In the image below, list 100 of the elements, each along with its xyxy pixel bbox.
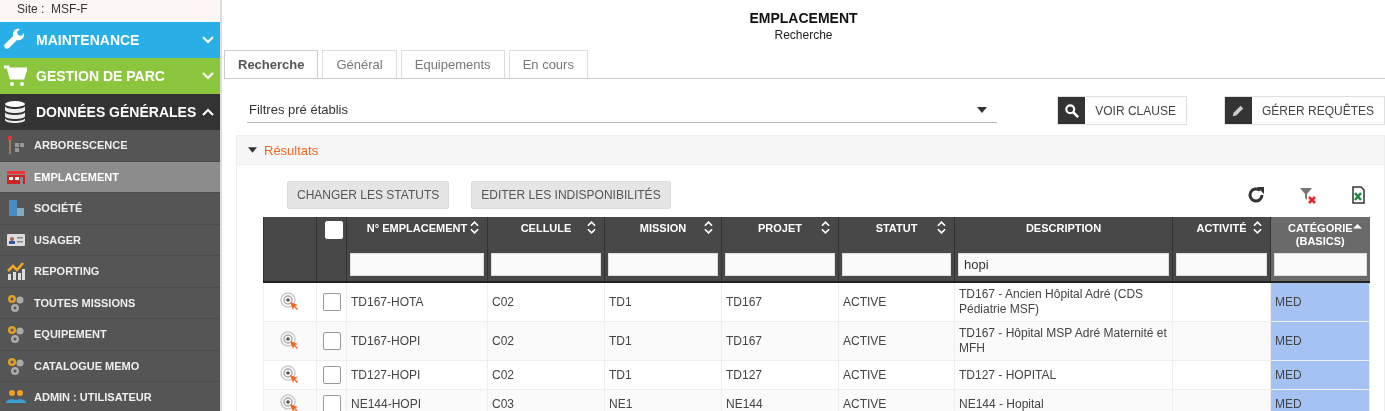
caret-icon: [977, 106, 988, 113]
sidebar-item-label: ADMIN : UTILISATEUR: [34, 391, 152, 404]
table-cell: MED: [1270, 282, 1370, 322]
sidebar-item[interactable]: SOCIÉTÉ: [0, 193, 220, 225]
filter-input[interactable]: [725, 253, 835, 276]
table-cell: TD127 - HOPITAL: [954, 360, 1173, 390]
column-header[interactable]: PROJET: [721, 217, 839, 253]
sidebar-item-label: USAGER: [34, 233, 82, 246]
table-cell: TD167 - Ancien Hôpital Adré (CDS Pédiatrie MSF): [954, 282, 1173, 322]
chevron-down-icon: [202, 36, 214, 44]
target-cursor-icon[interactable]: [280, 331, 300, 351]
table-cell: TD1: [604, 360, 722, 390]
row-checkbox[interactable]: [322, 332, 341, 350]
filter-input[interactable]: [1176, 253, 1267, 276]
tab[interactable]: Général: [322, 50, 397, 78]
sidebar-item-label: EMPLACEMENT: [34, 170, 119, 183]
sidebar-item-label: TOUTES MISSIONS: [34, 296, 136, 309]
sort-icon: [1253, 221, 1262, 234]
database-icon: [3, 100, 27, 124]
table-cell: C02: [487, 360, 605, 390]
sidebar-item-label: SOCIÉTÉ: [34, 202, 83, 215]
filter-input[interactable]: [350, 253, 484, 276]
sidebar-item-label: ARBORESCENCE: [34, 139, 128, 152]
sidebar-item[interactable]: CATALOGUE MEMO: [0, 350, 220, 382]
row-checkbox[interactable]: [322, 366, 341, 384]
chart-icon: [5, 261, 27, 282]
sidebar-item-label: REPORTING: [34, 265, 100, 278]
sort-icon: [470, 221, 479, 234]
column-header[interactable]: CELLULE: [487, 217, 605, 253]
sidebar-item[interactable]: ARBORESCENCE: [0, 130, 220, 162]
pencil-icon: [1231, 103, 1246, 118]
sidebar-item[interactable]: ADMIN : UTILISATEUR: [0, 382, 220, 411]
column-header[interactable]: ACTIVITÉ: [1172, 217, 1271, 253]
table-cell: TD167-HOPI: [346, 321, 488, 361]
table-cell: TD167: [721, 282, 839, 322]
tab[interactable]: En cours: [508, 50, 588, 78]
target-cursor-icon[interactable]: [280, 394, 300, 411]
sidebar-item[interactable]: EQUIPEMENT: [0, 319, 220, 351]
column-header[interactable]: N° EMPLACEMENT: [346, 217, 488, 253]
filter-input[interactable]: [491, 253, 601, 276]
column-header[interactable]: DESCRIPTION: [954, 217, 1173, 253]
column-header[interactable]: CATÉGORIE (BASICS): [1270, 217, 1370, 253]
select-all-checkbox[interactable]: [325, 221, 343, 239]
column-header[interactable]: STATUT: [838, 217, 955, 253]
hierarchy-icon: [5, 135, 27, 156]
tab[interactable]: Recherche: [224, 50, 319, 78]
filter-input[interactable]: [1274, 253, 1367, 276]
table-cell: MED: [1270, 360, 1370, 390]
table-cell: NE144 - Hopital: [954, 389, 1173, 411]
site-label: Site : MSF-F: [0, 0, 220, 22]
sort-icon: [704, 221, 713, 234]
page-subtitle: Recherche: [773, 28, 834, 42]
sort-icon: [587, 221, 596, 234]
action-button[interactable]: CHANGER LES STATUTS: [287, 181, 450, 209]
sidebar-item-label: EQUIPEMENT: [34, 328, 107, 341]
sidebar-item-label: CATALOGUE MEMO: [34, 359, 140, 372]
filter-input[interactable]: hopi: [958, 253, 1169, 276]
target-cursor-icon[interactable]: [280, 365, 300, 385]
chevron-down-icon: [202, 72, 214, 80]
sidebar-item[interactable]: EMPLACEMENT: [0, 161, 220, 193]
filter-input[interactable]: [608, 253, 718, 276]
section-label: MAINTENANCE: [36, 32, 141, 48]
caret-down-icon[interactable]: [248, 147, 257, 153]
table-cell: MED: [1270, 321, 1370, 361]
query-button[interactable]: VOIR CLAUSE: [1057, 96, 1187, 125]
wrench-icon: [3, 28, 27, 52]
query-button[interactable]: GÉRER REQUÊTES: [1223, 96, 1385, 125]
table-cell: C02: [487, 282, 605, 322]
table-cell: TD1: [604, 321, 722, 361]
cart-icon: [3, 64, 27, 88]
chevron-up-icon: [202, 108, 214, 116]
table-cell: ACTIVE: [838, 321, 955, 361]
table-cell: ACTIVE: [838, 282, 955, 322]
row-checkbox[interactable]: [322, 293, 341, 311]
filter-input[interactable]: [842, 253, 951, 276]
table-cell: TD167-HOTA: [346, 282, 488, 322]
refresh-icon[interactable]: [1246, 185, 1266, 205]
sidebar-item[interactable]: TOUTES MISSIONS: [0, 287, 220, 319]
table-cell: TD127: [721, 360, 839, 390]
table-cell: TD1: [604, 282, 722, 322]
action-button[interactable]: EDITER LES INDISPONIBILITÉS: [471, 181, 671, 209]
sort-icon: [937, 221, 946, 234]
table-cell: ACTIVE: [838, 360, 955, 390]
sidebar-item[interactable]: REPORTING: [0, 256, 220, 288]
column-header[interactable]: MISSION: [604, 217, 722, 253]
section-label: DONNÉES GÉNÉRALES: [36, 104, 198, 120]
sort-icon: [821, 221, 830, 234]
table-cell: TD127-HOPI: [346, 360, 488, 390]
section-label: GESTION DE PARC: [36, 68, 166, 84]
sidebar-item[interactable]: USAGER: [0, 224, 220, 256]
search-icon: [1064, 103, 1079, 118]
filter-dropdown[interactable]: Filtres pré établis: [247, 98, 998, 123]
table-cell: C02: [487, 321, 605, 361]
table-cell: TD167 - Hôpital MSP Adré Maternité et MFH: [954, 321, 1173, 361]
target-cursor-icon[interactable]: [280, 292, 300, 312]
tab[interactable]: Equipements: [400, 50, 505, 78]
filter-clear-icon[interactable]: [1297, 185, 1317, 205]
row-checkbox[interactable]: [322, 395, 341, 411]
menu-section[interactable]: DONNÉES GÉNÉRALES: [0, 94, 220, 130]
page-title: EMPLACEMENT: [748, 10, 859, 26]
